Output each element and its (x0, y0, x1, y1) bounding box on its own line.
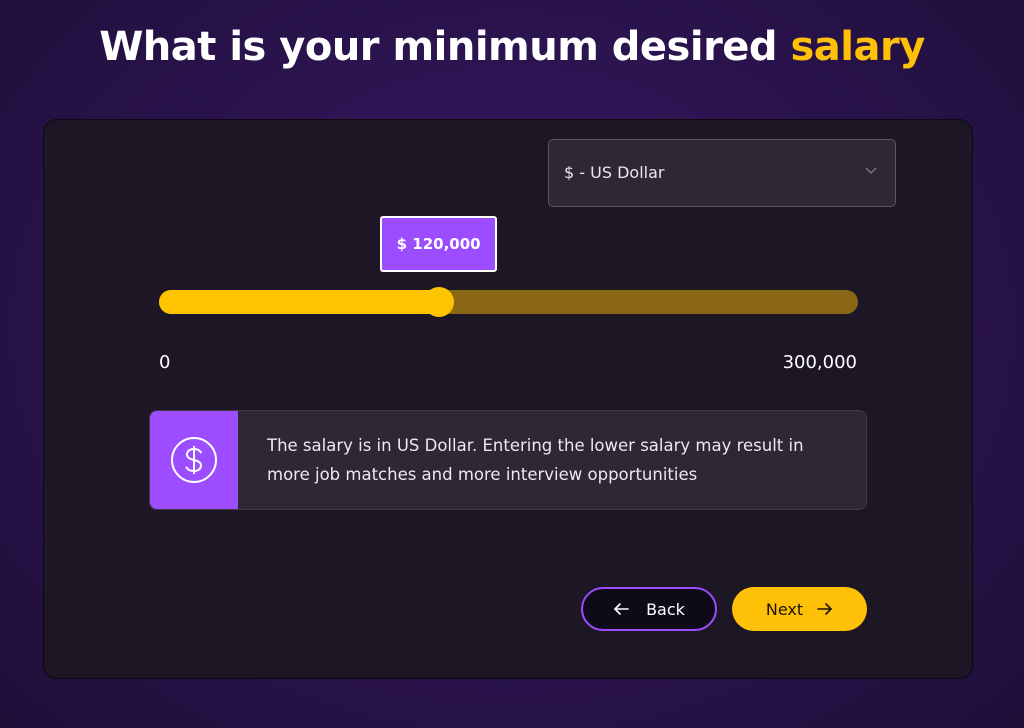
currency-select[interactable]: $ - US Dollar (548, 139, 896, 207)
salary-slider-fill (159, 290, 451, 314)
salary-slider-track[interactable] (159, 287, 858, 317)
slider-max-label: 300,000 (782, 352, 857, 373)
info-icon-panel (150, 411, 238, 509)
salary-info-text: The salary is in US Dollar. Entering the… (267, 436, 804, 484)
salary-slider-thumb[interactable] (423, 287, 454, 317)
currency-select-value: $ - US Dollar (564, 163, 665, 182)
page-title: What is your minimum desired salary (0, 22, 1024, 72)
back-button[interactable]: Back (581, 587, 717, 631)
page-title-highlight: salary (790, 24, 926, 70)
back-button-label: Back (646, 599, 685, 619)
next-button-label: Next (765, 599, 804, 619)
chevron-down-icon (865, 167, 877, 174)
salary-value-tooltip: $ 120,000 (380, 216, 498, 272)
salary-info-box: The salary is in US Dollar. Entering the… (149, 410, 867, 510)
page-title-text: What is your minimum desired (99, 24, 778, 70)
slider-min-label: 0 (159, 352, 171, 373)
dollar-circle-icon (171, 437, 217, 483)
arrow-left-icon (614, 603, 629, 615)
salary-card: $ - US Dollar $ 120,000 0 300,000 The sa… (43, 119, 973, 679)
arrow-right-icon (817, 603, 832, 615)
next-button[interactable]: Next (732, 587, 867, 631)
